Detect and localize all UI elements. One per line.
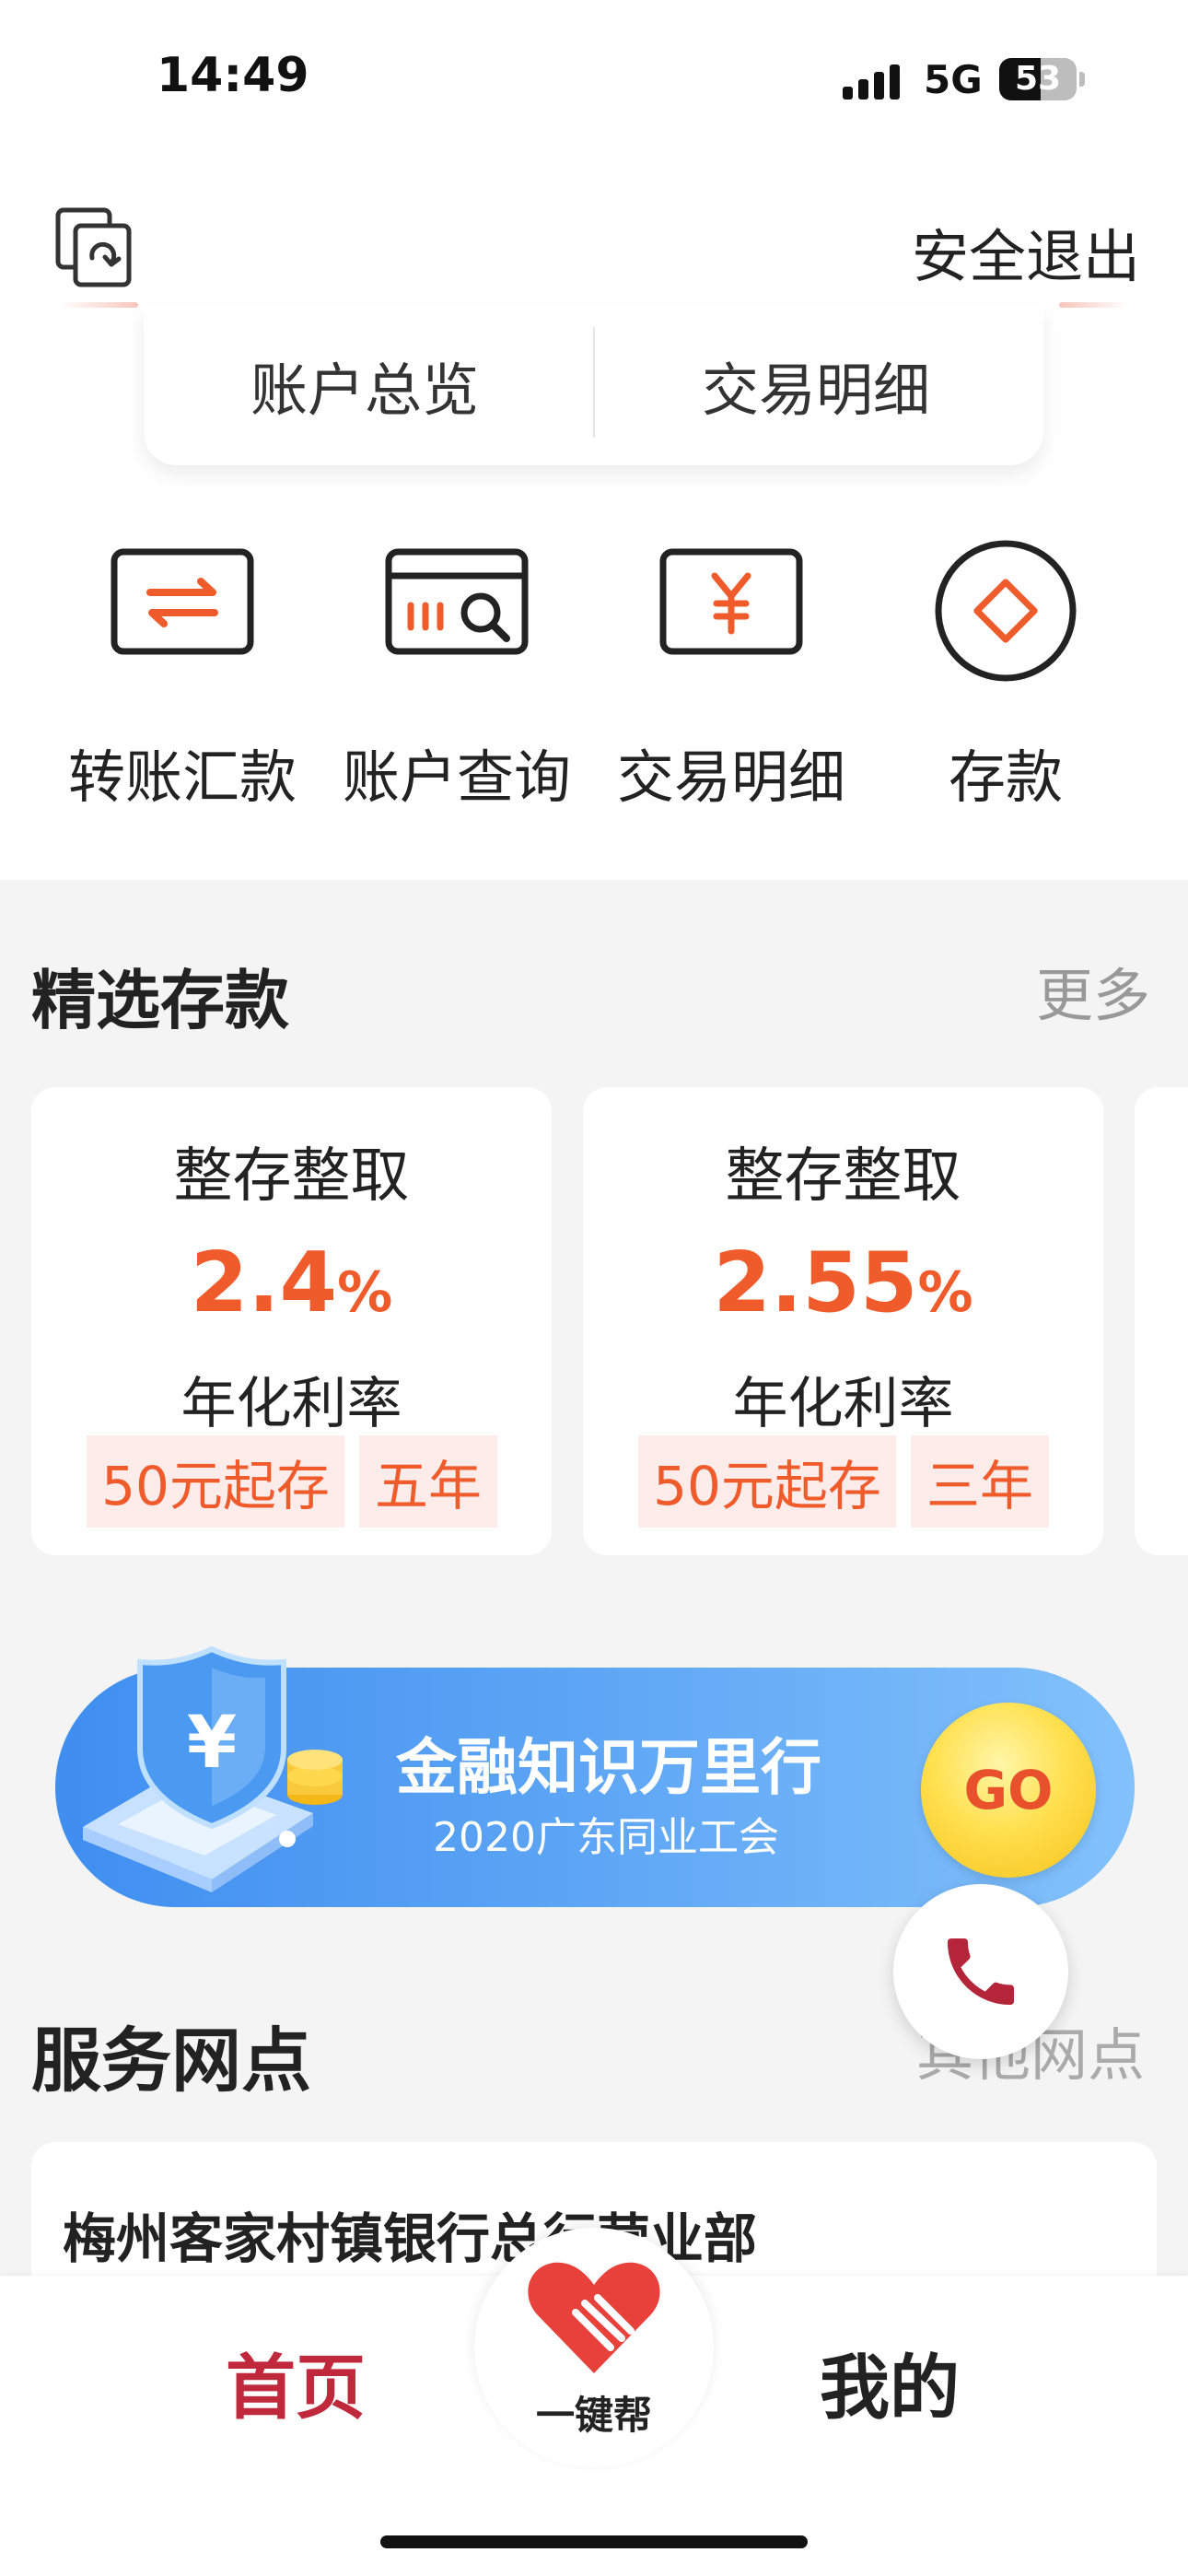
account-query-icon: [383, 539, 530, 662]
shortcut-account-query[interactable]: 账户查询: [319, 539, 595, 815]
battery-level-text: 53: [1014, 60, 1062, 98]
deposit-rate-value: 2.55: [713, 1235, 918, 1331]
nav-one-click-help[interactable]: 一键帮: [474, 2228, 714, 2467]
heart-hands-icon: [528, 2262, 660, 2373]
network-type: 5G: [924, 57, 983, 102]
deposit-rate-label: 年化利率: [732, 1372, 954, 1436]
shield-illustration-icon: ¥: [74, 1638, 350, 1896]
shortcut-transaction-details[interactable]: 交易明细: [593, 539, 869, 815]
service-outlets-title: 服务网点: [31, 2020, 311, 2102]
deposit-rate-value: 2.4: [190, 1235, 338, 1331]
go-label: GO: [963, 1759, 1054, 1821]
deposit-term-tag: 三年: [911, 1435, 1049, 1528]
deposit-card-peek[interactable]: [1135, 1087, 1188, 1555]
deposit-card[interactable]: 整存整取 2.4% 年化利率 50元起存 五年: [31, 1087, 552, 1555]
deposit-rate: 2.4%: [31, 1235, 552, 1331]
deposit-rate: 2.55%: [583, 1235, 1103, 1331]
battery-nub: [1079, 72, 1085, 87]
shortcut-transfer[interactable]: 转账汇款: [44, 539, 320, 815]
shield-yuan-glyph: ¥: [187, 1702, 237, 1785]
shortcut-label: 账户查询: [342, 744, 571, 811]
nav-home[interactable]: 首页: [226, 2331, 366, 2432]
featured-deposits-title: 精选存款: [31, 963, 289, 1038]
yuan-card-icon: [658, 539, 805, 662]
call-button[interactable]: [893, 1884, 1068, 2059]
deposit-rate-unit: %: [337, 1260, 393, 1325]
deposit-name: 整存整取: [173, 1142, 410, 1211]
shortcut-label: 存款: [948, 744, 1063, 811]
tab-transaction-details[interactable]: 交易明细: [595, 304, 1037, 465]
shortcut-label: 转账汇款: [67, 744, 297, 811]
home-indicator: [380, 2535, 808, 2548]
banner-go-button[interactable]: GO: [921, 1703, 1096, 1878]
banner-subtitle: 2020广东同业工会: [433, 1814, 779, 1861]
banner-title: 金融知识万里行: [396, 1732, 821, 1803]
phone-icon: [948, 1938, 1014, 2005]
deposit-card[interactable]: 整存整取 2.55% 年化利率 50元起存 三年: [583, 1087, 1103, 1555]
deposits-more-link[interactable]: 更多: [1036, 949, 1150, 1032]
cellular-signal-icon: [843, 61, 909, 100]
deposit-min-tag: 50元起存: [638, 1435, 896, 1528]
deposit-name: 整存整取: [725, 1142, 961, 1211]
deposit-rate-label: 年化利率: [181, 1372, 402, 1436]
nav-mine[interactable]: 我的: [820, 2331, 960, 2432]
logout-button[interactable]: 安全退出: [912, 210, 1140, 293]
tab-account-overview[interactable]: 账户总览: [144, 304, 586, 465]
deposit-rate-unit: %: [917, 1260, 973, 1325]
deposit-diamond-icon: [934, 539, 1077, 686]
status-time: 14:49: [157, 48, 309, 103]
deposit-term-tag: 五年: [359, 1435, 497, 1528]
header-accent-left: [60, 302, 138, 308]
top-tab-card: 账户总览 交易明细: [144, 304, 1043, 465]
deposit-min-tag: 50元起存: [87, 1435, 344, 1528]
nav-help-label: 一键帮: [535, 2393, 652, 2438]
shortcut-deposit[interactable]: 存款: [868, 539, 1144, 815]
battery-icon: 53: [999, 58, 1077, 100]
transfer-icon: [109, 539, 256, 662]
shortcut-label: 交易明细: [616, 744, 845, 811]
switch-account-icon[interactable]: [55, 207, 133, 288]
header-accent-right: [1059, 302, 1128, 308]
